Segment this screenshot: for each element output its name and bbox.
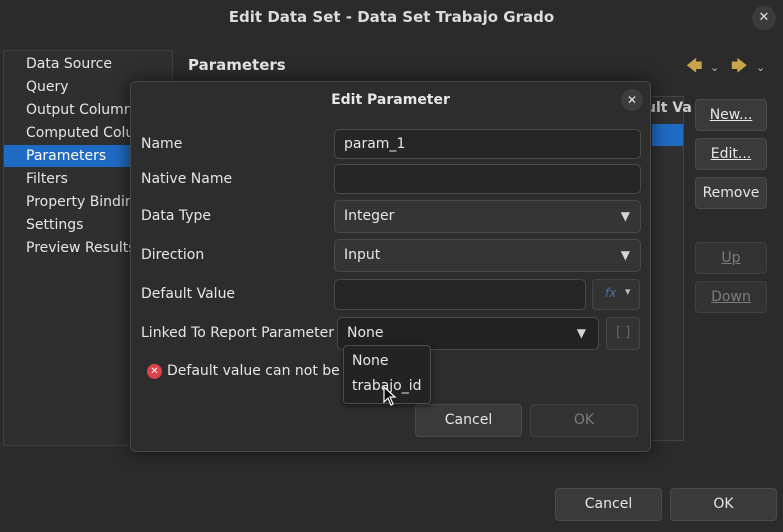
arrow-left-icon[interactable]: 🡄 (686, 55, 703, 82)
footer-ok-button[interactable]: OK (670, 488, 777, 521)
chevron-down-icon: ▼ (620, 248, 630, 262)
dialog-close-icon[interactable]: ✕ (621, 89, 643, 111)
error-message: Default value can not be no (167, 363, 362, 379)
up-button[interactable]: Up (695, 242, 767, 274)
dropdown-option-none[interactable]: None (352, 353, 389, 369)
edit-button[interactable]: Edit... (695, 138, 767, 170)
chevron-down-icon: ▼ (576, 326, 586, 340)
arrow-right-icon[interactable]: 🡆 (731, 55, 748, 82)
chevron-down-icon: ▾ (625, 285, 631, 298)
native-name-field[interactable] (334, 164, 641, 194)
window-close-icon[interactable]: ✕ (752, 6, 776, 30)
table-header-default-value: ult Va (646, 100, 692, 116)
chevron-down-icon[interactable]: ⌄ (710, 61, 719, 74)
dialog-title: Edit Parameter (331, 92, 450, 108)
nav-item-data-source[interactable]: Data Source (4, 53, 172, 75)
remove-button[interactable]: Remove (695, 177, 767, 209)
footer-cancel-button[interactable]: Cancel (555, 488, 662, 521)
down-button[interactable]: Down (695, 281, 767, 313)
default-value-label: Default Value (141, 286, 236, 302)
new-button[interactable]: New... (695, 99, 767, 131)
error-icon: ✕ (147, 364, 162, 379)
panel-title: Parameters (188, 56, 286, 74)
fx-icon: fx (605, 286, 617, 300)
brackets-icon: [ ] (616, 325, 631, 340)
direction-select[interactable]: Input ▼ (334, 239, 641, 272)
default-value-field[interactable] (334, 279, 586, 310)
data-type-label: Data Type (141, 208, 212, 224)
brackets-button[interactable]: [ ] (606, 317, 640, 350)
linked-report-parameter-label: Linked To Report Parameter (141, 325, 335, 341)
name-label: Name (141, 136, 183, 152)
direction-label: Direction (141, 247, 205, 263)
dialog-ok-button[interactable]: OK (530, 404, 638, 437)
table-row-selected[interactable] (652, 124, 683, 146)
dialog-cancel-button[interactable]: Cancel (415, 404, 522, 437)
window-title: Edit Data Set - Data Set Trabajo Grado (228, 8, 555, 26)
name-field[interactable]: param_1 (334, 129, 641, 159)
chevron-down-icon: ▼ (620, 209, 630, 223)
expression-builder-button[interactable]: fx ▾ (592, 279, 640, 310)
native-name-label: Native Name (141, 171, 233, 187)
chevron-down-icon[interactable]: ⌄ (756, 61, 765, 74)
mouse-cursor-icon (383, 386, 397, 406)
data-type-select[interactable]: Integer ▼ (334, 200, 641, 233)
